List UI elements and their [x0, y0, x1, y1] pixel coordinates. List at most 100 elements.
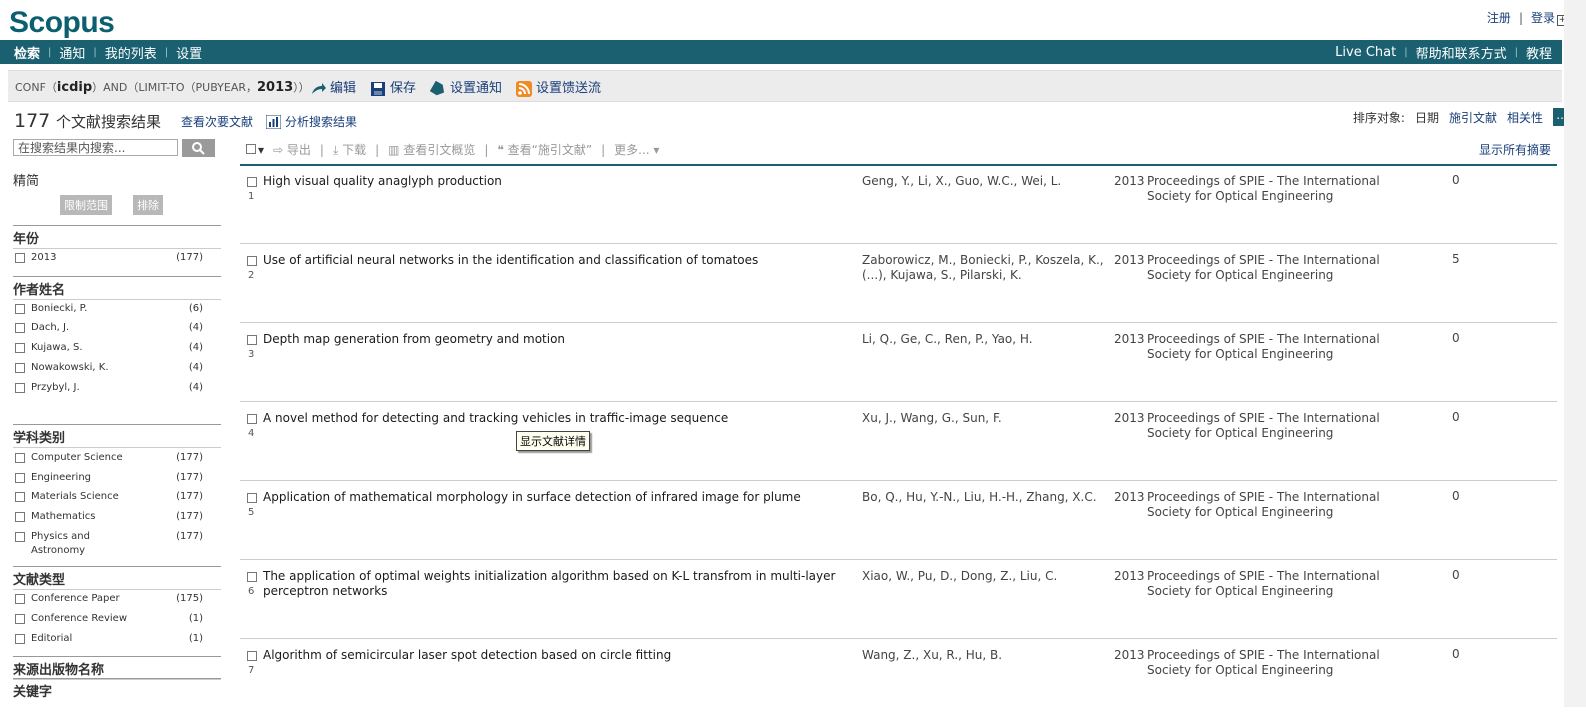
nav-live-chat[interactable]: Live Chat [1335, 45, 1396, 60]
export-button[interactable]: ⇨ 导出 [273, 141, 311, 158]
facet-subject-title[interactable]: 学科类别 [13, 424, 221, 448]
facet-item[interactable]: Physics and Astronomy (177) [15, 530, 203, 558]
citation-overview-button[interactable]: ▥ 查看引文概览 [388, 141, 475, 158]
checkbox[interactable] [15, 453, 25, 463]
facet-item[interactable]: Materials Science (177) [15, 490, 203, 504]
result-title[interactable]: Application of mathematical morphology i… [263, 490, 843, 505]
checkbox[interactable] [15, 614, 25, 624]
result-title[interactable]: Algorithm of semicircular laser spot det… [263, 648, 843, 663]
search-within-input[interactable]: 在搜索结果内搜索... [13, 139, 178, 156]
limit-to-button[interactable]: 限制范围 [60, 195, 112, 215]
checkbox[interactable] [15, 304, 25, 314]
exclude-button[interactable]: 排除 [133, 195, 163, 215]
search-within-button[interactable] [182, 139, 215, 157]
scopus-logo[interactable]: Scopus [9, 6, 115, 40]
facet-item[interactable]: Boniecki, P. (6) [15, 302, 203, 316]
facet-doctype-title[interactable]: 文献类型 [13, 566, 221, 590]
analyze-results-link[interactable]: 分析搜索结果 [266, 113, 357, 130]
nav-alerts[interactable]: 通知 [59, 43, 85, 62]
checkbox[interactable] [247, 572, 257, 582]
result-authors[interactable]: Zaborowicz, M., Boniecki, P., Koszela, K… [862, 253, 1112, 283]
facet-item[interactable]: Mathematics (177) [15, 510, 203, 524]
more-menu[interactable]: 更多... ▾ [614, 141, 659, 158]
facet-item[interactable]: Engineering (177) [15, 471, 203, 485]
nav-tutorial[interactable]: 教程 [1526, 43, 1552, 62]
facet-item[interactable]: Kujawa, S. (4) [15, 341, 203, 355]
result-source[interactable]: Proceedings of SPIE - The International … [1147, 411, 1417, 441]
nav-settings[interactable]: 设置 [176, 43, 202, 62]
checkbox[interactable] [247, 177, 257, 187]
facet-item[interactable]: Editorial (1) [15, 632, 203, 646]
checkbox[interactable] [15, 634, 25, 644]
result-row: 6 The application of optimal weights ini… [240, 560, 1557, 639]
login-link[interactable]: 登录 + [1531, 9, 1568, 26]
result-source[interactable]: Proceedings of SPIE - The International … [1147, 253, 1417, 283]
set-feed-button[interactable]: 设置馈送流 [516, 77, 601, 97]
checkbox[interactable] [15, 383, 25, 393]
sort-date[interactable]: 日期 [1415, 109, 1439, 126]
result-source[interactable]: Proceedings of SPIE - The International … [1147, 332, 1417, 362]
result-source[interactable]: Proceedings of SPIE - The International … [1147, 490, 1417, 520]
checkbox[interactable] [15, 343, 25, 353]
result-title[interactable]: Depth map generation from geometry and m… [263, 332, 843, 347]
result-authors[interactable]: Xiao, W., Pu, D., Dong, Z., Liu, C. [862, 569, 1112, 584]
nav-my-list[interactable]: 我的列表 [105, 43, 157, 62]
sort-relevance[interactable]: 相关性 [1507, 109, 1543, 126]
facet-item[interactable]: 2013 (177) [15, 251, 203, 265]
facet-item[interactable]: Przybyl, J. (4) [15, 381, 203, 395]
checkbox[interactable] [15, 512, 25, 522]
result-year: 2013 [1114, 490, 1145, 504]
checkbox[interactable] [247, 414, 257, 424]
result-authors[interactable]: Xu, J., Wang, G., Sun, F. [862, 411, 1112, 426]
checkbox[interactable] [15, 594, 25, 604]
view-cited-by-button[interactable]: ❝ 查看“施引文献” [497, 141, 592, 158]
result-authors[interactable]: Wang, Z., Xu, R., Hu, B. [862, 648, 1112, 663]
main-nav: 检索 | 通知 | 我的列表 | 设置 Live Chat | 帮助和联系方式 … [0, 40, 1562, 64]
facet-source-title[interactable]: 来源出版物名称 [13, 656, 221, 680]
result-authors[interactable]: Li, Q., Ge, C., Ren, P., Yao, H. [862, 332, 1112, 347]
facet-item[interactable]: Dach, J. (4) [15, 321, 203, 335]
show-all-abstracts-link[interactable]: 显示所有摘要 [1479, 141, 1551, 158]
facet-year-title[interactable]: 年份 [13, 225, 221, 249]
facet-keyword-title[interactable]: 关键字 [13, 678, 221, 701]
checkbox[interactable] [15, 253, 25, 263]
register-link[interactable]: 注册 [1487, 9, 1511, 26]
checkbox[interactable] [15, 492, 25, 502]
result-title[interactable]: A novel method for detecting and trackin… [263, 411, 843, 426]
result-title[interactable]: High visual quality anaglyph production [263, 174, 843, 189]
checkbox[interactable] [247, 256, 257, 266]
result-source[interactable]: Proceedings of SPIE - The International … [1147, 648, 1417, 678]
facet-item[interactable]: Conference Paper (175) [15, 592, 203, 606]
scrollbar[interactable] [1564, 0, 1586, 707]
checkbox[interactable] [247, 493, 257, 503]
result-authors[interactable]: Geng, Y., Li, X., Guo, W.C., Wei, L. [862, 174, 1112, 189]
checkbox[interactable] [15, 532, 25, 542]
download-button[interactable]: ⤓ 下载 [333, 141, 366, 158]
secondary-docs-link[interactable]: 查看次要文献 [181, 113, 253, 130]
refine-heading: 精简 [13, 174, 40, 189]
checkbox[interactable] [15, 363, 25, 373]
edit-query-button[interactable]: 编辑 [310, 77, 356, 97]
result-title[interactable]: The application of optimal weights initi… [263, 569, 843, 599]
set-alert-button[interactable]: 设置通知 [430, 77, 502, 97]
checkbox[interactable] [247, 335, 257, 345]
result-title[interactable]: Use of artificial neural networks in the… [263, 253, 843, 268]
sort-cited-by[interactable]: 施引文献 [1449, 109, 1497, 126]
result-source[interactable]: Proceedings of SPIE - The International … [1147, 174, 1417, 204]
nav-help[interactable]: 帮助和联系方式 [1416, 43, 1507, 62]
nav-search[interactable]: 检索 [14, 43, 40, 62]
facet-item[interactable]: Computer Science (177) [15, 451, 203, 465]
select-all-dropdown[interactable]: ▾ [246, 142, 264, 157]
checkbox[interactable] [15, 473, 25, 483]
facet-author-title[interactable]: 作者姓名 [13, 276, 221, 300]
checkbox[interactable] [15, 323, 25, 333]
checkbox[interactable] [247, 651, 257, 661]
result-authors[interactable]: Bo, Q., Hu, Y.-N., Liu, H.-H., Zhang, X.… [862, 490, 1112, 505]
result-cites[interactable]: 5 [1452, 252, 1460, 266]
result-year: 2013 [1114, 411, 1145, 425]
facet-item[interactable]: Nowakowski, K. (4) [15, 361, 203, 375]
facet-item[interactable]: Conference Review (1) [15, 612, 203, 626]
save-search-button[interactable]: 保存 [370, 77, 416, 97]
checkbox[interactable] [246, 144, 256, 154]
result-source[interactable]: Proceedings of SPIE - The International … [1147, 569, 1417, 599]
